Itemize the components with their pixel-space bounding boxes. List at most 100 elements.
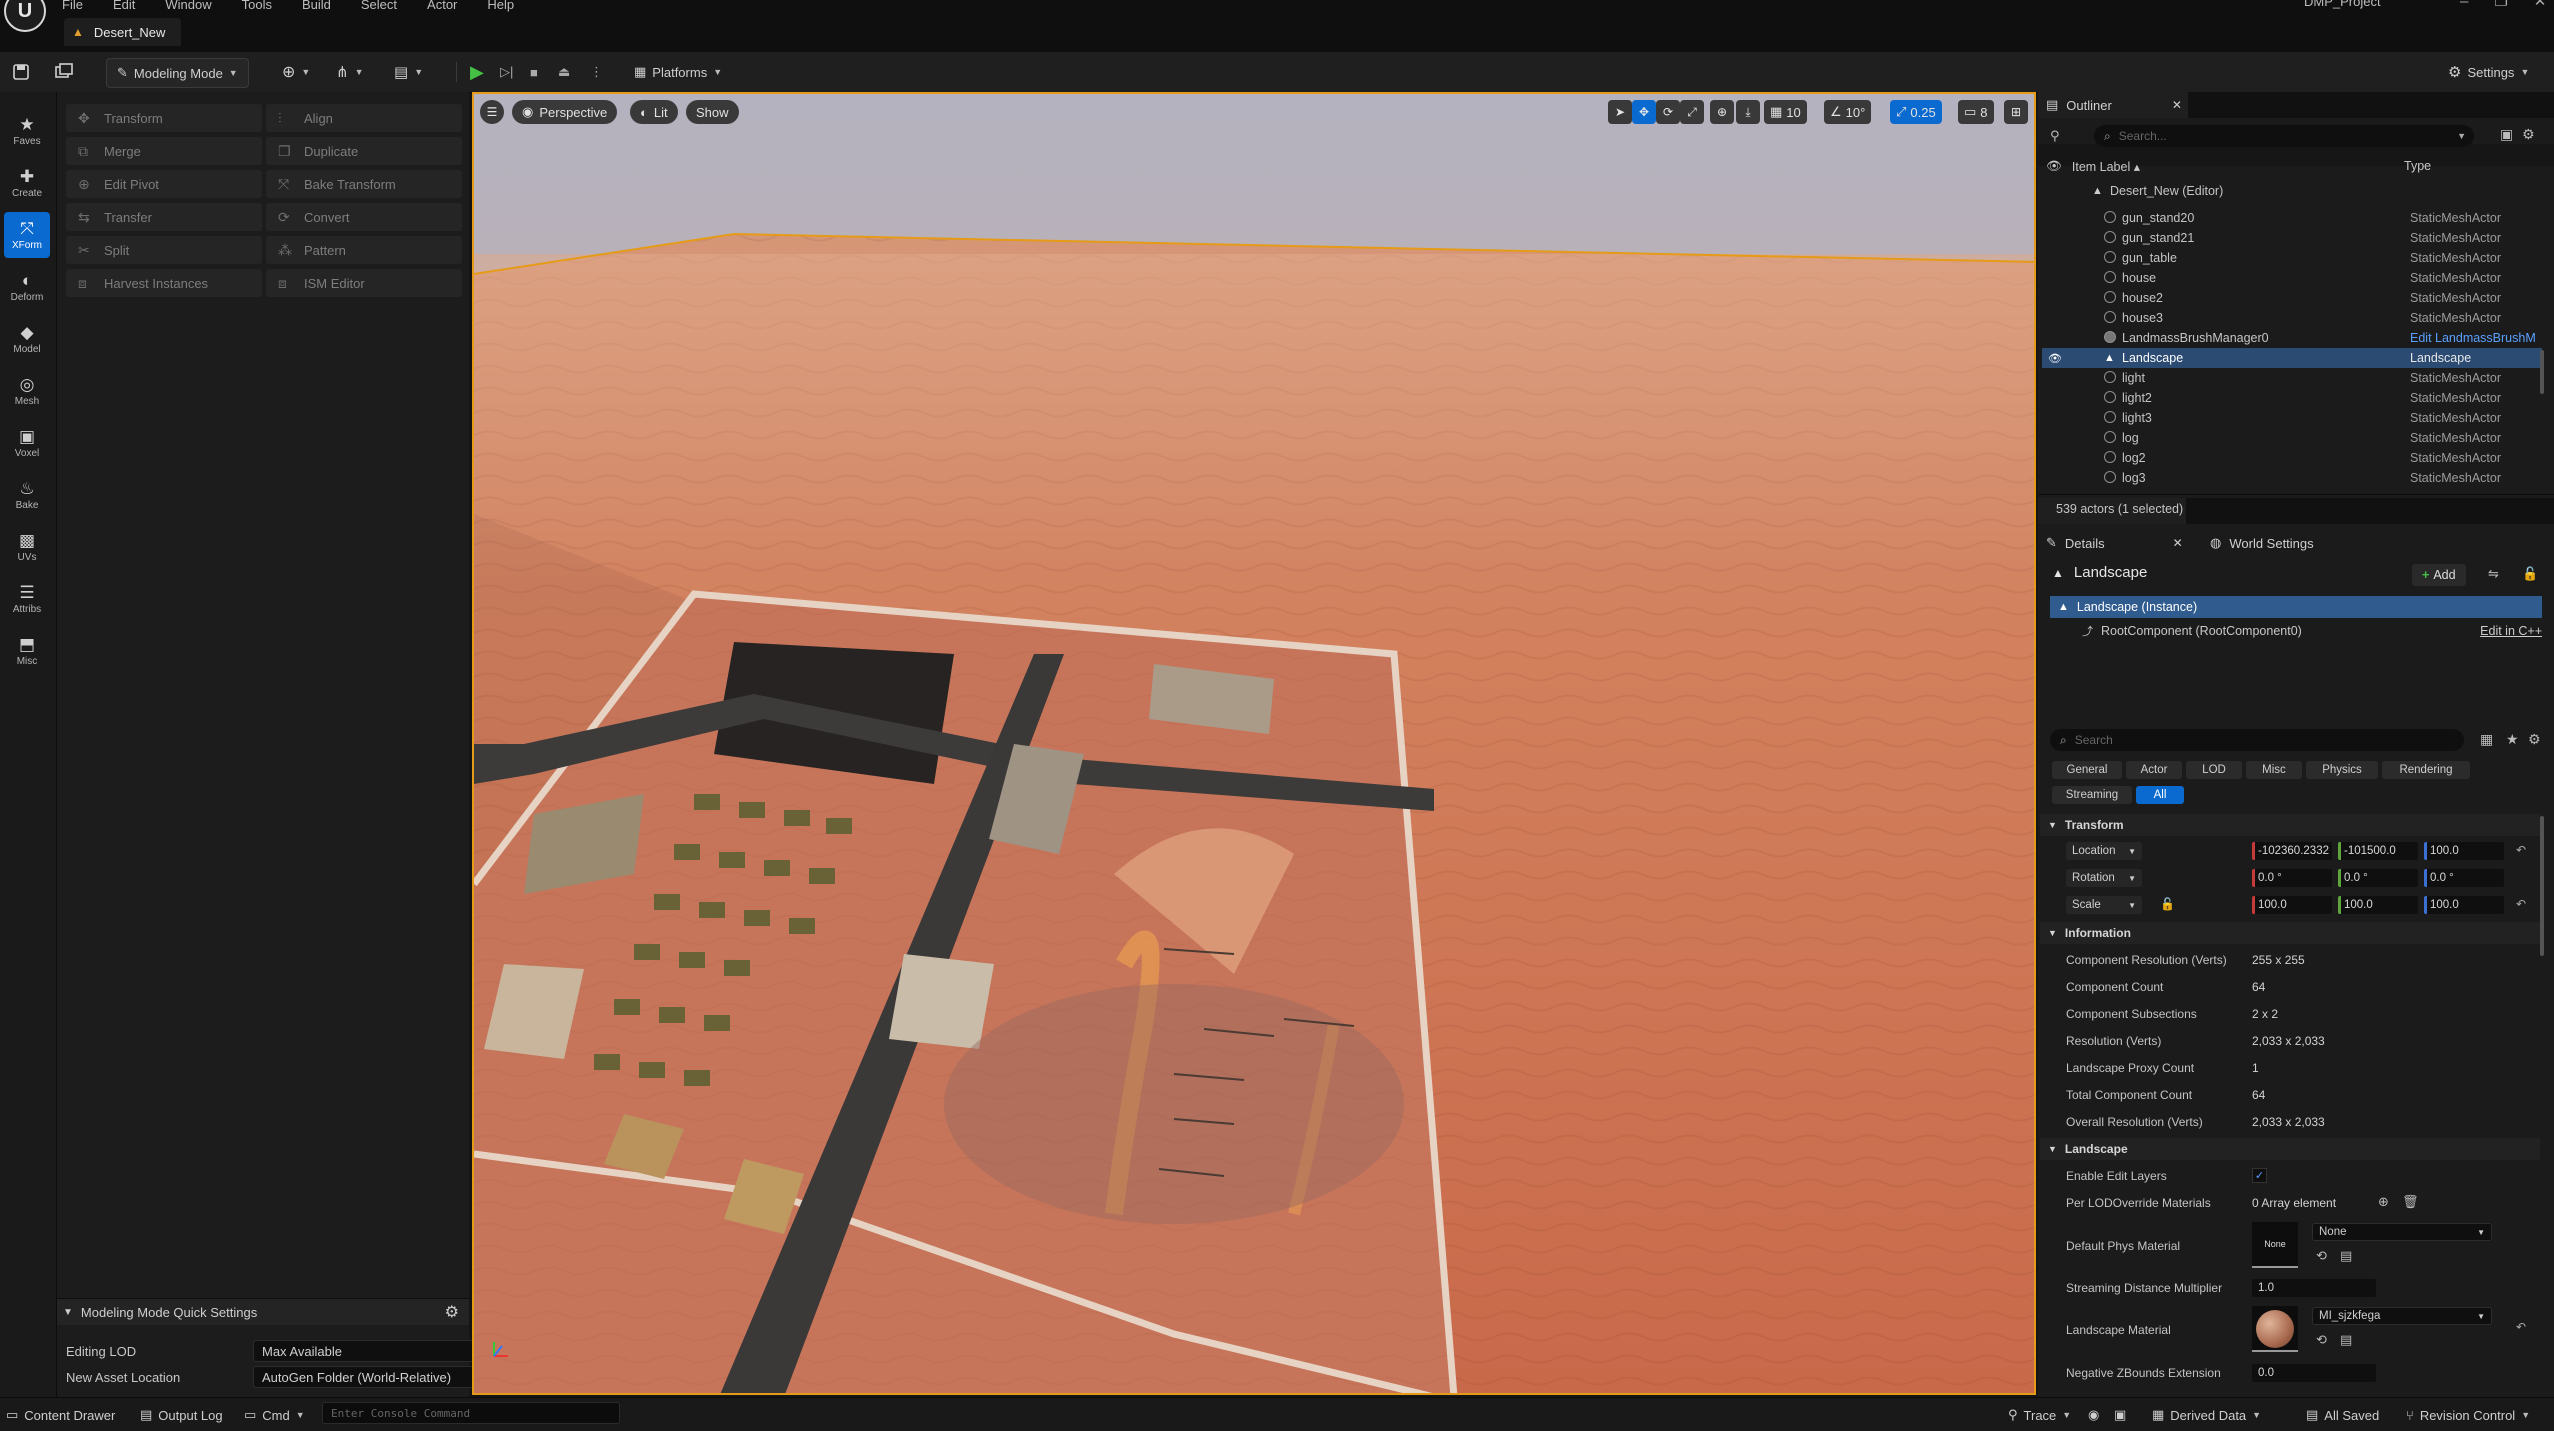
table-row-selected[interactable]: 👁 ▲ Landscape Landscape	[2042, 348, 2542, 368]
menu-file[interactable]: File	[62, 0, 83, 12]
scale-y-field[interactable]: 100.0	[2338, 896, 2418, 914]
gear-icon[interactable]: ⚙	[445, 1302, 459, 1322]
rotate-mode-icon[interactable]: ⟳	[1656, 100, 1680, 124]
menu-select[interactable]: Select	[361, 0, 397, 12]
table-row[interactable]: log StaticMeshActor	[2042, 428, 2542, 448]
visibility-column-icon[interactable]: 👁	[2046, 159, 2062, 174]
table-row[interactable]: light2 StaticMeshActor	[2042, 388, 2542, 408]
console-input[interactable]: Enter Console Command	[322, 1402, 620, 1424]
favorites-star-icon[interactable]: ★	[2506, 731, 2519, 748]
rotation-x-field[interactable]: 0.0 °	[2252, 869, 2332, 887]
menu-help[interactable]: Help	[487, 0, 514, 12]
filter-tab-lod[interactable]: LOD	[2186, 761, 2242, 779]
root-component-row[interactable]: ⤴ RootComponent (RootComponent0) Edit in…	[2050, 620, 2542, 642]
rotation-y-field[interactable]: 0.0 °	[2338, 869, 2418, 887]
close-tab-icon[interactable]: ✕	[2172, 98, 2182, 112]
filter-tab-streaming[interactable]: Streaming	[2052, 786, 2132, 804]
harvest-instances-tool-button[interactable]: ⧈ Harvest Instances	[66, 269, 262, 297]
align-tool-button[interactable]: ⫶ Align	[266, 104, 462, 132]
derived-data-button[interactable]: ▦ Derived Data ▼	[2152, 1406, 2261, 1424]
details-tab[interactable]: ✎ Details ✕	[2046, 531, 2183, 555]
pattern-tool-button[interactable]: ⁂ Pattern	[266, 236, 462, 264]
menu-window[interactable]: Window	[165, 0, 211, 12]
camera-speed-button[interactable]: ▭ 8	[1958, 100, 1994, 124]
rail-item-uvs[interactable]: ▩ UVs	[4, 524, 50, 570]
location-x-field[interactable]: -102360.2332	[2252, 842, 2332, 860]
reset-arrow-icon[interactable]: ↶	[2516, 843, 2526, 857]
scale-lock-icon[interactable]: 🔓	[2160, 897, 2175, 911]
browse-asset-icon[interactable]: ▤	[2340, 1248, 2352, 1264]
revision-control-button[interactable]: ⑂ Revision Control ▼	[2406, 1406, 2530, 1424]
menu-tools[interactable]: Tools	[242, 0, 272, 12]
grid-snap-button[interactable]: ▦ 10	[1764, 100, 1807, 124]
scale-x-field[interactable]: 100.0	[2252, 896, 2332, 914]
select-mode-icon[interactable]: ➤	[1608, 100, 1632, 124]
property-matrix-icon[interactable]: ▦	[2480, 731, 2493, 748]
rail-item-xform[interactable]: ⤧ XForm	[4, 212, 50, 258]
enable-edit-layers-checkbox[interactable]: ✓	[2252, 1168, 2267, 1183]
trace-button[interactable]: ⚲ Trace ▼	[2008, 1406, 2071, 1424]
table-row[interactable]: gun_stand21 StaticMeshActor	[2042, 228, 2542, 248]
filter-tab-misc[interactable]: Misc	[2246, 761, 2302, 779]
negative-zbounds-field[interactable]: 0.0	[2252, 1364, 2376, 1382]
filter-tab-physics[interactable]: Physics	[2306, 761, 2378, 779]
table-row[interactable]: house StaticMeshActor	[2042, 268, 2542, 288]
table-row[interactable]: house3 StaticMeshActor	[2042, 308, 2542, 328]
show-button[interactable]: Show	[686, 100, 739, 124]
filter-icon[interactable]: ⚲	[2050, 125, 2072, 147]
edit-in-cpp-link[interactable]: Edit in C++	[2480, 624, 2542, 638]
scale-z-field[interactable]: 100.0	[2424, 896, 2504, 914]
phys-material-select[interactable]: None ▼	[2312, 1223, 2492, 1241]
table-row[interactable]: gun_table StaticMeshActor	[2042, 248, 2542, 268]
landscape-section-header[interactable]: ▼ Landscape	[2042, 1138, 2536, 1160]
maximize-icon[interactable]: ❐	[2494, 0, 2507, 10]
eject-button[interactable]: ⏏	[558, 58, 570, 86]
rail-item-mesh[interactable]: ◎ Mesh	[4, 368, 50, 414]
reset-arrow-icon[interactable]: ↶	[2516, 1320, 2526, 1334]
rail-item-misc[interactable]: ⬒ Misc	[4, 628, 50, 674]
cmd-button[interactable]: ▭ Cmd ▼	[244, 1406, 305, 1424]
stop-button[interactable]: ■	[530, 58, 538, 86]
rail-item-voxel[interactable]: ▣ Voxel	[4, 420, 50, 466]
save-icon[interactable]	[12, 58, 30, 86]
add-component-button[interactable]: + Add	[2412, 564, 2466, 586]
split-tool-button[interactable]: ✂ Split	[66, 236, 262, 264]
level-tab[interactable]: ▲ Desert_New	[64, 18, 182, 46]
surface-snap-icon[interactable]: ⤓	[1736, 100, 1760, 124]
use-selected-asset-icon[interactable]: ⟲	[2316, 1332, 2327, 1348]
transform-tool-button[interactable]: ✥ Transform	[66, 104, 262, 132]
transform-section-header[interactable]: ▼ Transform	[2042, 814, 2536, 836]
perspective-button[interactable]: ◉ Perspective	[512, 100, 618, 124]
rail-item-attribs[interactable]: ☰ Attribs	[4, 576, 50, 622]
step-button[interactable]: ▷|	[500, 58, 513, 86]
screenshot-icon[interactable]: ▣	[2114, 1406, 2126, 1424]
filter-tab-all[interactable]: All	[2136, 786, 2184, 804]
landscape-material-thumbnail[interactable]	[2252, 1306, 2298, 1352]
ism-editor-tool-button[interactable]: ⧈ ISM Editor	[266, 269, 462, 297]
landscape-material-select[interactable]: MI_sjzkfega ▼	[2312, 1307, 2492, 1325]
table-row[interactable]: light3 StaticMeshActor	[2042, 408, 2542, 428]
rail-item-faves[interactable]: ★ Faves	[4, 108, 50, 154]
duplicate-tool-button[interactable]: ❐ Duplicate	[266, 137, 462, 165]
menu-build[interactable]: Build	[302, 0, 331, 12]
details-settings-icon[interactable]: ⚙	[2528, 731, 2541, 748]
outliner-root-row[interactable]: ▲ Desert_New (Editor)	[2042, 181, 2542, 201]
merge-tool-button[interactable]: ⧉ Merge	[66, 137, 262, 165]
blueprint-convert-icon[interactable]: ⇋	[2488, 566, 2499, 582]
mode-selector[interactable]: ✎ Modeling Mode ▼	[106, 58, 249, 88]
table-row[interactable]: light StaticMeshActor	[2042, 368, 2542, 388]
browse-icon[interactable]	[54, 58, 74, 86]
play-options-button[interactable]: ⋮	[590, 58, 603, 86]
unreal-logo-icon[interactable]: U	[4, 0, 46, 32]
outliner-search-input[interactable]: ⌕ Search... ▼	[2094, 125, 2474, 147]
cinematics-button[interactable]: ▤ ▼	[394, 58, 423, 86]
rotation-z-field[interactable]: 0.0 °	[2424, 869, 2504, 887]
visibility-eye-icon[interactable]: 👁	[2048, 352, 2062, 365]
reset-arrow-icon[interactable]: ↶	[2516, 897, 2526, 911]
settings-button[interactable]: ⚙ Settings ▼	[2448, 58, 2529, 86]
rail-item-model[interactable]: ◆ Model	[4, 316, 50, 362]
location-z-field[interactable]: 100.0	[2424, 842, 2504, 860]
level-viewport[interactable]: ☰ ◉ Perspective ◐ Lit Show ➤ ✥ ⟳ ⤢ ⊕ ⤓ ▦…	[472, 92, 2036, 1395]
world-settings-tab[interactable]: ◍ World Settings	[2210, 531, 2314, 555]
menu-edit[interactable]: Edit	[113, 0, 135, 12]
